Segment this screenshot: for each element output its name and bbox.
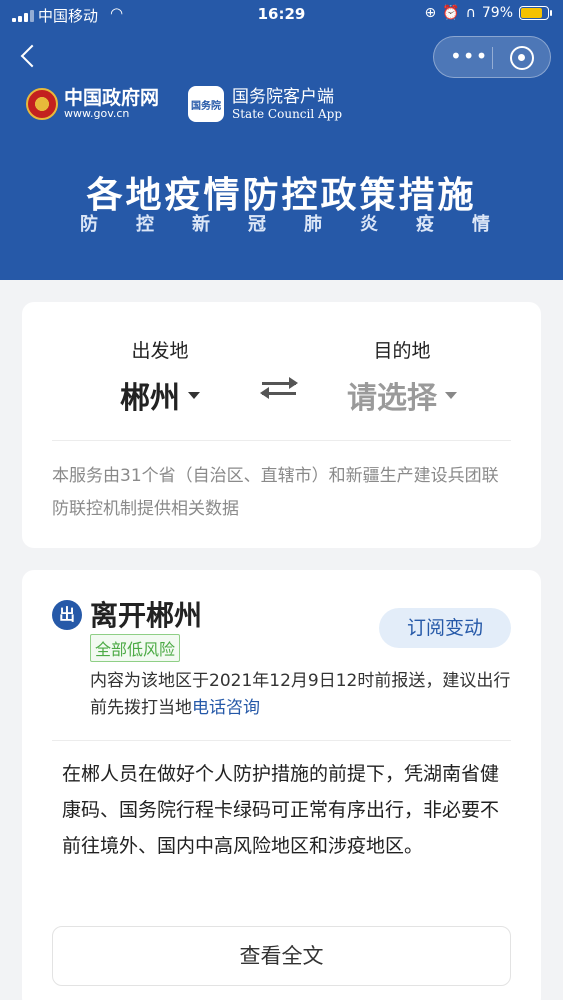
app-brand-name: 国务院客户端 bbox=[232, 87, 334, 107]
app-brand: 国务院 国务院客户端 State Council App bbox=[188, 86, 342, 122]
risk-level-tag: 全部低风险 bbox=[90, 634, 181, 662]
destination-value[interactable]: 请选择 bbox=[347, 373, 457, 417]
subtitle-char: 冠 bbox=[248, 214, 266, 235]
departure-badge: 出 bbox=[52, 600, 82, 630]
data-source-note: 本服务由31个省（自治区、直辖市）和新疆生产建设兵团联防联控机制提供相关数据 bbox=[52, 466, 499, 519]
page-subtitle: 防 控 新 冠 肺 炎 疫 情 bbox=[80, 210, 490, 236]
gov-brand: 中国政府网 www.gov.cn bbox=[26, 88, 159, 120]
battery-fill bbox=[521, 8, 542, 18]
subtitle-char: 控 bbox=[136, 214, 154, 235]
divider bbox=[52, 740, 511, 741]
back-button[interactable] bbox=[18, 44, 46, 72]
subtitle-char: 肺 bbox=[304, 214, 322, 235]
policy-text: 在郴人员在做好个人防护措施的前提下，凭湖南省健康码、国务院行程卡绿码可正常有序出… bbox=[62, 763, 500, 857]
origin-selector[interactable]: 出发地 郴州 bbox=[70, 336, 250, 417]
swap-icon[interactable] bbox=[260, 374, 300, 402]
phone-consult-link[interactable]: 电话咨询 bbox=[192, 698, 260, 718]
gov-brand-name: 中国政府网 bbox=[64, 87, 160, 109]
origin-label: 出发地 bbox=[131, 340, 189, 362]
state-council-app-icon: 国务院 bbox=[188, 86, 224, 122]
route-card: 出发地 郴州 目的地 请选择 本服务由31个省（自治区、直辖市）和新疆生产建设兵… bbox=[22, 302, 541, 548]
destination-selector[interactable]: 目的地 请选择 bbox=[312, 336, 492, 417]
miniapp-capsule: ••• bbox=[433, 36, 551, 78]
origin-value[interactable]: 郴州 bbox=[120, 373, 200, 417]
destination-label: 目的地 bbox=[373, 340, 431, 362]
header: 中国移动 ◠ 16:29 ⊕ ⏰ ∩ 79% ••• 中国政府网 www.gov… bbox=[0, 0, 563, 280]
gov-brand-url: www.gov.cn bbox=[64, 107, 130, 120]
battery-icon bbox=[519, 6, 552, 20]
more-icon[interactable]: ••• bbox=[450, 46, 488, 66]
headphones-icon: ∩ bbox=[465, 5, 476, 21]
subtitle-char: 情 bbox=[472, 214, 490, 235]
capsule-divider bbox=[492, 47, 493, 69]
national-emblem-icon bbox=[26, 88, 58, 120]
caret-down-icon bbox=[188, 391, 200, 399]
close-miniapp-icon[interactable] bbox=[510, 46, 534, 70]
subscribe-button[interactable]: 订阅变动 bbox=[379, 608, 511, 648]
report-text: 内容为该地区于2021年12月9日12时前报送，建议出行前先拨打当地 bbox=[90, 671, 511, 718]
divider bbox=[52, 440, 511, 441]
report-info: 内容为该地区于2021年12月9日12时前报送，建议出行前先拨打当地电话咨询 bbox=[90, 668, 511, 722]
subtitle-char: 新 bbox=[192, 214, 210, 235]
departure-card: 出 离开郴州 全部低风险 订阅变动 内容为该地区于2021年12月9日12时前报… bbox=[22, 570, 541, 1000]
origin-city: 郴州 bbox=[120, 381, 180, 416]
status-right: ⊕ ⏰ ∩ 79% bbox=[424, 5, 552, 21]
battery-percent: 79% bbox=[481, 5, 513, 21]
status-bar: 中国移动 ◠ 16:29 ⊕ ⏰ ∩ 79% bbox=[0, 0, 563, 30]
app-brand-en: State Council App bbox=[232, 107, 343, 121]
caret-down-icon bbox=[445, 391, 457, 399]
subtitle-char: 炎 bbox=[360, 214, 378, 235]
destination-placeholder: 请选择 bbox=[347, 381, 437, 416]
alarm-icon: ⏰ bbox=[442, 5, 460, 21]
view-full-text-button[interactable]: 查看全文 bbox=[52, 926, 511, 986]
rotation-lock-icon: ⊕ bbox=[424, 5, 437, 21]
subtitle-char: 防 bbox=[80, 214, 98, 235]
subtitle-char: 疫 bbox=[416, 214, 434, 235]
departure-title: 离开郴州 bbox=[90, 599, 203, 632]
